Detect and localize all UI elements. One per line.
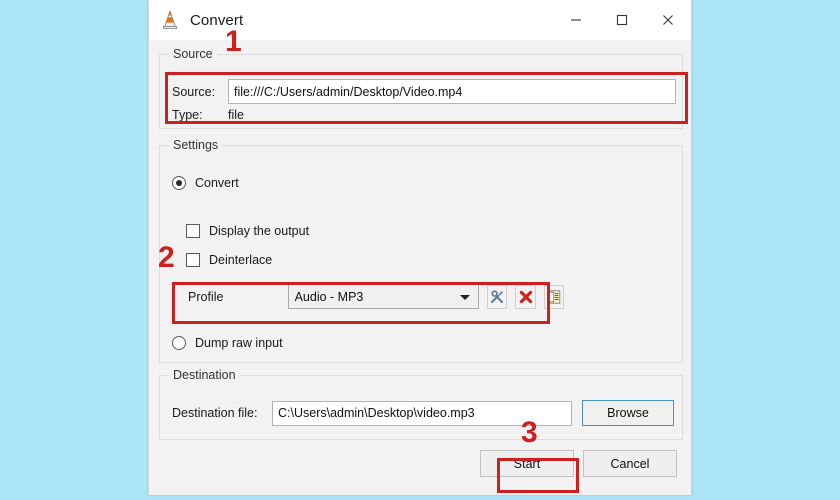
chevron-down-icon (460, 294, 471, 300)
screenshot-root: Convert Source Source: file:///C:/Users/… (0, 0, 840, 500)
dump-raw-input-row[interactable]: Dump raw input (172, 336, 283, 350)
deinterlace-row[interactable]: Deinterlace (186, 253, 272, 267)
source-group-legend: Source (169, 47, 217, 61)
profile-label: Profile (188, 289, 224, 304)
convert-radio-row[interactable]: Convert (172, 176, 239, 190)
minimize-button[interactable] (553, 0, 599, 40)
convert-radio-icon[interactable] (172, 176, 186, 190)
display-output-row[interactable]: Display the output (186, 224, 309, 238)
display-output-label: Display the output (209, 224, 310, 238)
display-output-checkbox[interactable] (186, 224, 200, 238)
destination-group-legend: Destination (169, 368, 240, 382)
destination-group: Destination Destination file: C:\Users\a… (159, 368, 683, 440)
maximize-button[interactable] (599, 0, 645, 40)
annotation-number-2: 2 (158, 241, 175, 274)
annotation-number-3: 3 (521, 416, 538, 449)
type-label: Type: (172, 108, 203, 122)
destination-file-row: Destination file: C:\Users\admin\Desktop… (172, 400, 674, 426)
dump-raw-input-label: Dump raw input (195, 336, 283, 350)
edit-profile-icon[interactable] (487, 284, 508, 309)
window-controls (553, 0, 691, 40)
deinterlace-checkbox[interactable] (186, 253, 200, 267)
vlc-cone-icon (159, 9, 181, 31)
cancel-button[interactable]: Cancel (583, 450, 677, 477)
profile-select-value: Audio - MP3 (294, 289, 364, 304)
type-row: Type: file (172, 108, 244, 122)
dialog-button-bar: Start Cancel (480, 450, 677, 477)
close-button[interactable] (645, 0, 691, 40)
annotation-number-1: 1 (225, 25, 242, 58)
settings-group: Settings Convert Display the output Dein… (159, 138, 683, 363)
start-button[interactable]: Start (480, 450, 574, 477)
new-profile-icon[interactable] (543, 284, 565, 309)
profile-select[interactable]: Audio - MP3 (287, 284, 480, 309)
browse-button[interactable]: Browse (582, 400, 674, 426)
deinterlace-label: Deinterlace (209, 253, 273, 267)
convert-dialog: Convert Source Source: file:///C:/Users/… (148, 0, 692, 495)
source-input[interactable]: file:///C:/Users/admin/Desktop/Video.mp4 (228, 79, 676, 104)
source-group: Source Source: file:///C:/Users/admin/De… (159, 47, 683, 129)
source-row: Source: file:///C:/Users/admin/Desktop/V… (172, 79, 676, 104)
dialog-body: Source Source: file:///C:/Users/admin/De… (149, 40, 691, 495)
convert-radio-label: Convert (195, 176, 239, 190)
profile-row: Profile Audio - MP3 (188, 284, 565, 309)
dump-raw-input-radio-icon[interactable] (172, 336, 186, 350)
settings-group-legend: Settings (169, 138, 223, 152)
source-label: Source: (172, 84, 216, 99)
delete-profile-icon[interactable] (515, 284, 536, 309)
destination-file-label: Destination file: (172, 406, 258, 420)
type-value: file (228, 108, 244, 122)
